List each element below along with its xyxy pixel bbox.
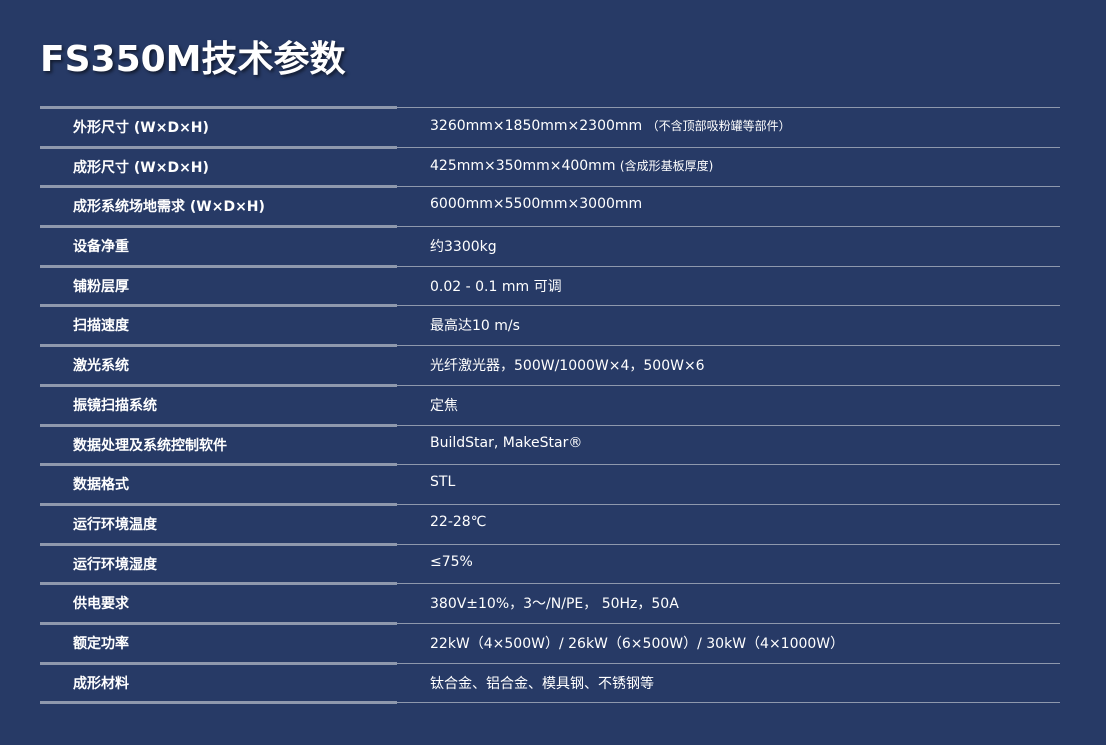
spec-row-galvo-system: 振镜扫描系统 定焦 <box>40 383 1060 424</box>
spec-label: 数据处理及系统控制软件 <box>73 437 227 454</box>
spec-value: 22-28℃ <box>430 513 487 530</box>
spec-label: 铺粉层厚 <box>73 278 129 295</box>
spec-row-laser-system: 激光系统 光纤激光器，500W/1000W×4，500W×6 <box>40 344 1060 384</box>
spec-value: 约3300kg <box>430 239 497 256</box>
spec-value: 0.02 - 0.1 mm 可调 <box>430 278 562 295</box>
spec-row-dimensions: 外形尺寸 (W×D×H) 3260mm×1850mm×2300mm （不含顶部吸… <box>40 106 1060 146</box>
spec-value: 最高达10 m/s <box>430 318 520 335</box>
spec-value: 定焦 <box>430 397 458 414</box>
spec-label: 运行环境温度 <box>73 516 157 533</box>
spec-label: 供电要求 <box>73 596 129 613</box>
spec-label: 成形材料 <box>73 675 129 692</box>
spec-row-temperature: 运行环境温度 22-28℃ <box>40 502 1060 543</box>
spec-value: 6000mm×5500mm×3000mm <box>430 196 643 213</box>
spec-label: 数据格式 <box>73 477 129 494</box>
spec-label: 扫描速度 <box>73 318 129 335</box>
spec-row-scan-speed: 扫描速度 最高达10 m/s <box>40 304 1060 344</box>
spec-label: 激光系统 <box>73 358 129 375</box>
spec-label: 额定功率 <box>73 635 129 652</box>
spec-label: 外形尺寸 (W×D×H) <box>73 120 209 136</box>
spec-value: STL <box>430 474 456 491</box>
spec-row-build-size: 成形尺寸 (W×D×H) 425mm×350mm×400mm (含成形基板厚度) <box>40 145 1060 186</box>
spec-note: (含成形基板厚度) <box>619 158 714 173</box>
spec-table: 外形尺寸 (W×D×H) 3260mm×1850mm×2300mm （不含顶部吸… <box>40 106 1060 705</box>
spec-value: ≤75% <box>430 553 473 570</box>
spec-label: 设备净重 <box>73 239 129 256</box>
spec-row-software: 数据处理及系统控制软件 BuildStar, MakeStar® <box>40 423 1060 464</box>
spec-row-materials: 成形材料 钛合金、铝合金、模具钢、不锈钢等 <box>40 661 1060 702</box>
spec-row-humidity: 运行环境湿度 ≤75% <box>40 542 1060 583</box>
spec-label: 振镜扫描系统 <box>73 397 157 414</box>
spec-row-net-weight: 设备净重 约3300kg <box>40 225 1060 265</box>
spec-value: 380V±10%，3～/N/PE， 50Hz，50A <box>430 596 679 613</box>
spec-value: 425mm×350mm×400mm (含成形基板厚度) <box>430 157 714 174</box>
spec-label: 运行环境湿度 <box>73 556 157 573</box>
page-title: FS350M技术参数 <box>40 39 346 80</box>
spec-row-rated-power: 额定功率 22kW（4×500W）/ 26kW（6×500W）/ 30kW（4×… <box>40 621 1060 662</box>
spec-row-data-format: 数据格式 STL <box>40 463 1060 503</box>
spec-label: 成形系统场地需求 (W×D×H) <box>73 199 265 216</box>
spec-label: 成形尺寸 (W×D×H) <box>73 159 209 176</box>
spec-row-power-supply: 供电要求 380V±10%，3～/N/PE， 50Hz，50A <box>40 582 1060 622</box>
spec-row-site-requirement: 成形系统场地需求 (W×D×H) 6000mm×5500mm×3000mm <box>40 185 1060 225</box>
spec-value: 钛合金、铝合金、模具钢、不锈钢等 <box>430 675 654 692</box>
spec-value: 光纤激光器，500W/1000W×4，500W×6 <box>430 358 705 375</box>
table-bottom-border <box>40 701 1060 705</box>
spec-note: （不含顶部吸粉罐等部件） <box>646 119 791 133</box>
spec-row-layer-thickness: 铺粉层厚 0.02 - 0.1 mm 可调 <box>40 264 1060 305</box>
spec-value: BuildStar, MakeStar® <box>430 434 583 451</box>
spec-value: 3260mm×1850mm×2300mm （不含顶部吸粉罐等部件） <box>430 118 791 134</box>
spec-value: 22kW（4×500W）/ 26kW（6×500W）/ 30kW（4×1000W… <box>430 635 845 652</box>
